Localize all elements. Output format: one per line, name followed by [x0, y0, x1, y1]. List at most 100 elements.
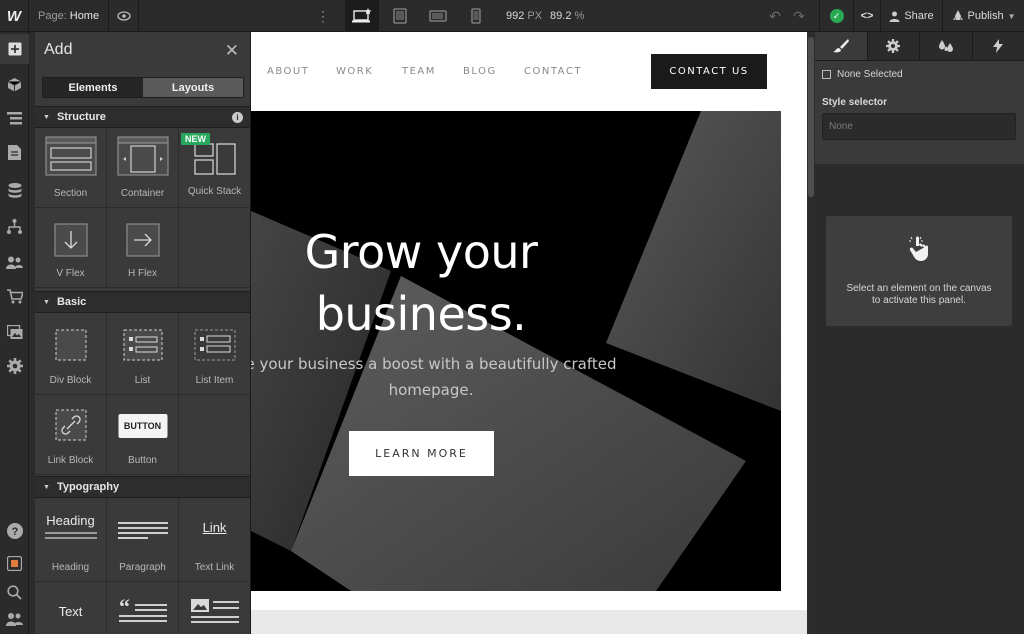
add-panel-icon[interactable]: [0, 34, 29, 64]
h-flex-element[interactable]: H Flex: [107, 208, 179, 288]
nav-link-about[interactable]: ABOUT: [267, 66, 309, 77]
learn-more-button[interactable]: LEARN MORE: [349, 431, 494, 476]
tablet-breakpoint-icon[interactable]: [383, 0, 417, 32]
structure-section-header[interactable]: ▼ Structure i: [35, 106, 250, 128]
share-button[interactable]: Share: [881, 0, 943, 32]
hero-subtext-line2: homepage.: [388, 381, 474, 399]
hero-section[interactable]: Grow your business. e your business a bo…: [251, 111, 781, 591]
site-navbar[interactable]: ABOUT WORK TEAM BLOG CONTACT CONTACT US: [251, 32, 807, 112]
scrollbar-thumb[interactable]: [808, 37, 814, 197]
button-element[interactable]: BUTTON Button: [107, 395, 179, 475]
style-selector-input[interactable]: None: [822, 113, 1016, 140]
style-brush-icon[interactable]: [815, 32, 868, 60]
heading-element[interactable]: Heading Heading: [35, 498, 107, 582]
design-canvas[interactable]: ABOUT WORK TEAM BLOG CONTACT CONTACT US …: [251, 32, 807, 610]
publish-button[interactable]: Publish ▼: [943, 0, 1024, 32]
element-label: Section: [53, 188, 88, 199]
nav-link-contact[interactable]: CONTACT: [524, 66, 582, 77]
rich-text-element[interactable]: [179, 582, 250, 634]
assets-icon[interactable]: [0, 317, 29, 347]
contact-us-button[interactable]: CONTACT US: [651, 54, 767, 89]
saved-status-icon[interactable]: ✓: [819, 0, 853, 32]
help-icon[interactable]: ?: [0, 516, 29, 546]
landscape-breakpoint-icon[interactable]: [421, 0, 455, 32]
empty-selection-hint: Select an element on the canvas to activ…: [826, 216, 1012, 326]
list-element[interactable]: List: [107, 313, 179, 395]
redo-icon[interactable]: ↷: [787, 0, 811, 32]
nav-link-blog[interactable]: BLOG: [463, 66, 497, 77]
users-icon[interactable]: [0, 247, 29, 277]
canvas-size-readout: 992 PX 89.2 %: [506, 0, 592, 32]
blockquote-element[interactable]: “: [107, 582, 179, 634]
search-icon[interactable]: [0, 577, 29, 607]
section-element[interactable]: Section: [35, 128, 107, 208]
list-item-icon: [194, 329, 235, 361]
right-panel-tabs: [815, 32, 1024, 61]
text-preview: Text: [58, 604, 83, 619]
button-preview: BUTTON: [118, 414, 167, 438]
undo-icon[interactable]: ↶: [763, 0, 787, 32]
checkbox[interactable]: [822, 70, 831, 79]
selector-section: None Selected Style selector None: [815, 61, 1024, 164]
chevron-down-icon: ▼: [43, 298, 50, 306]
page-selector[interactable]: Page: Home: [29, 0, 109, 32]
basic-section-header[interactable]: ▼ Basic: [35, 291, 250, 313]
webflow-logo[interactable]: W: [0, 0, 29, 32]
hero-subtext-line1: e your business a boost with a beautiful…: [251, 355, 617, 373]
width-unit: PX: [527, 10, 543, 22]
tab-layouts[interactable]: Layouts: [143, 78, 243, 97]
section-label: Structure: [56, 111, 106, 123]
paragraph-element[interactable]: Paragraph: [107, 498, 179, 582]
nav-link-team[interactable]: TEAM: [402, 66, 436, 77]
settings-gear-icon[interactable]: [0, 351, 29, 381]
element-settings-gear-icon[interactable]: [868, 32, 920, 60]
container-icon: [117, 136, 168, 176]
text-block-element[interactable]: Text: [35, 582, 107, 634]
empty-cell: [179, 395, 250, 475]
info-icon[interactable]: i: [232, 112, 243, 123]
element-label: V Flex: [56, 268, 85, 279]
nav-link-work[interactable]: WORK: [336, 66, 373, 77]
export-code-icon[interactable]: <>: [853, 0, 881, 32]
hero-heading[interactable]: Grow your business.: [251, 221, 591, 345]
interactions-lightning-icon[interactable]: [973, 32, 1024, 60]
portrait-breakpoint-icon[interactable]: [459, 0, 493, 32]
none-selected-label: None Selected: [837, 69, 903, 80]
ecommerce-cart-icon[interactable]: [0, 281, 29, 311]
preview-eye-icon[interactable]: [109, 0, 139, 32]
chevron-down-icon: ▼: [1007, 11, 1016, 21]
style-selector-label: Style selector: [822, 97, 888, 108]
none-selected-toggle[interactable]: None Selected: [822, 69, 903, 80]
list-icon: [123, 329, 162, 361]
navigator-icon[interactable]: [0, 103, 29, 133]
hint-text: Select an element on the canvas to activ…: [826, 283, 1012, 307]
logic-flow-icon[interactable]: [0, 211, 29, 241]
canvas-bottom-gutter: [251, 610, 807, 634]
desktop-breakpoint-icon[interactable]: [345, 0, 379, 32]
rich-text-icon: [190, 599, 239, 623]
list-item-element[interactable]: List Item: [179, 313, 250, 395]
link-block-element[interactable]: Link Block: [35, 395, 107, 475]
pages-icon[interactable]: [0, 137, 29, 167]
more-options-icon[interactable]: ⋮: [316, 0, 330, 32]
hint-line1: Select an element on the canvas: [846, 283, 992, 294]
div-block-element[interactable]: Div Block: [35, 313, 107, 395]
element-label: Quick Stack: [187, 186, 242, 197]
text-link-element[interactable]: Link Text Link: [179, 498, 250, 582]
cms-database-icon[interactable]: [0, 175, 29, 205]
style-manager-drops-icon[interactable]: [920, 32, 973, 60]
video-tutorials-icon[interactable]: [0, 604, 29, 634]
top-toolbar: W Page: Home ⋮ 992 PX 89.2 % ↶ ↷ ✓ <> Sh…: [0, 0, 1024, 32]
tab-elements[interactable]: Elements: [43, 78, 143, 97]
close-icon[interactable]: ✕: [225, 41, 239, 61]
style-panel: None Selected Style selector None Select…: [815, 32, 1024, 634]
audit-panel-icon[interactable]: [0, 548, 29, 578]
v-flex-element[interactable]: V Flex: [35, 208, 107, 288]
canvas-scrollbar[interactable]: [807, 32, 815, 634]
container-element[interactable]: Container: [107, 128, 179, 208]
typography-section-header[interactable]: ▼ Typography: [35, 476, 250, 498]
hero-heading-line2: business.: [315, 287, 527, 341]
chevron-down-icon: ▼: [43, 113, 50, 121]
hero-subtext[interactable]: e your business a boost with a beautiful…: [251, 351, 631, 403]
components-icon[interactable]: [0, 69, 29, 99]
